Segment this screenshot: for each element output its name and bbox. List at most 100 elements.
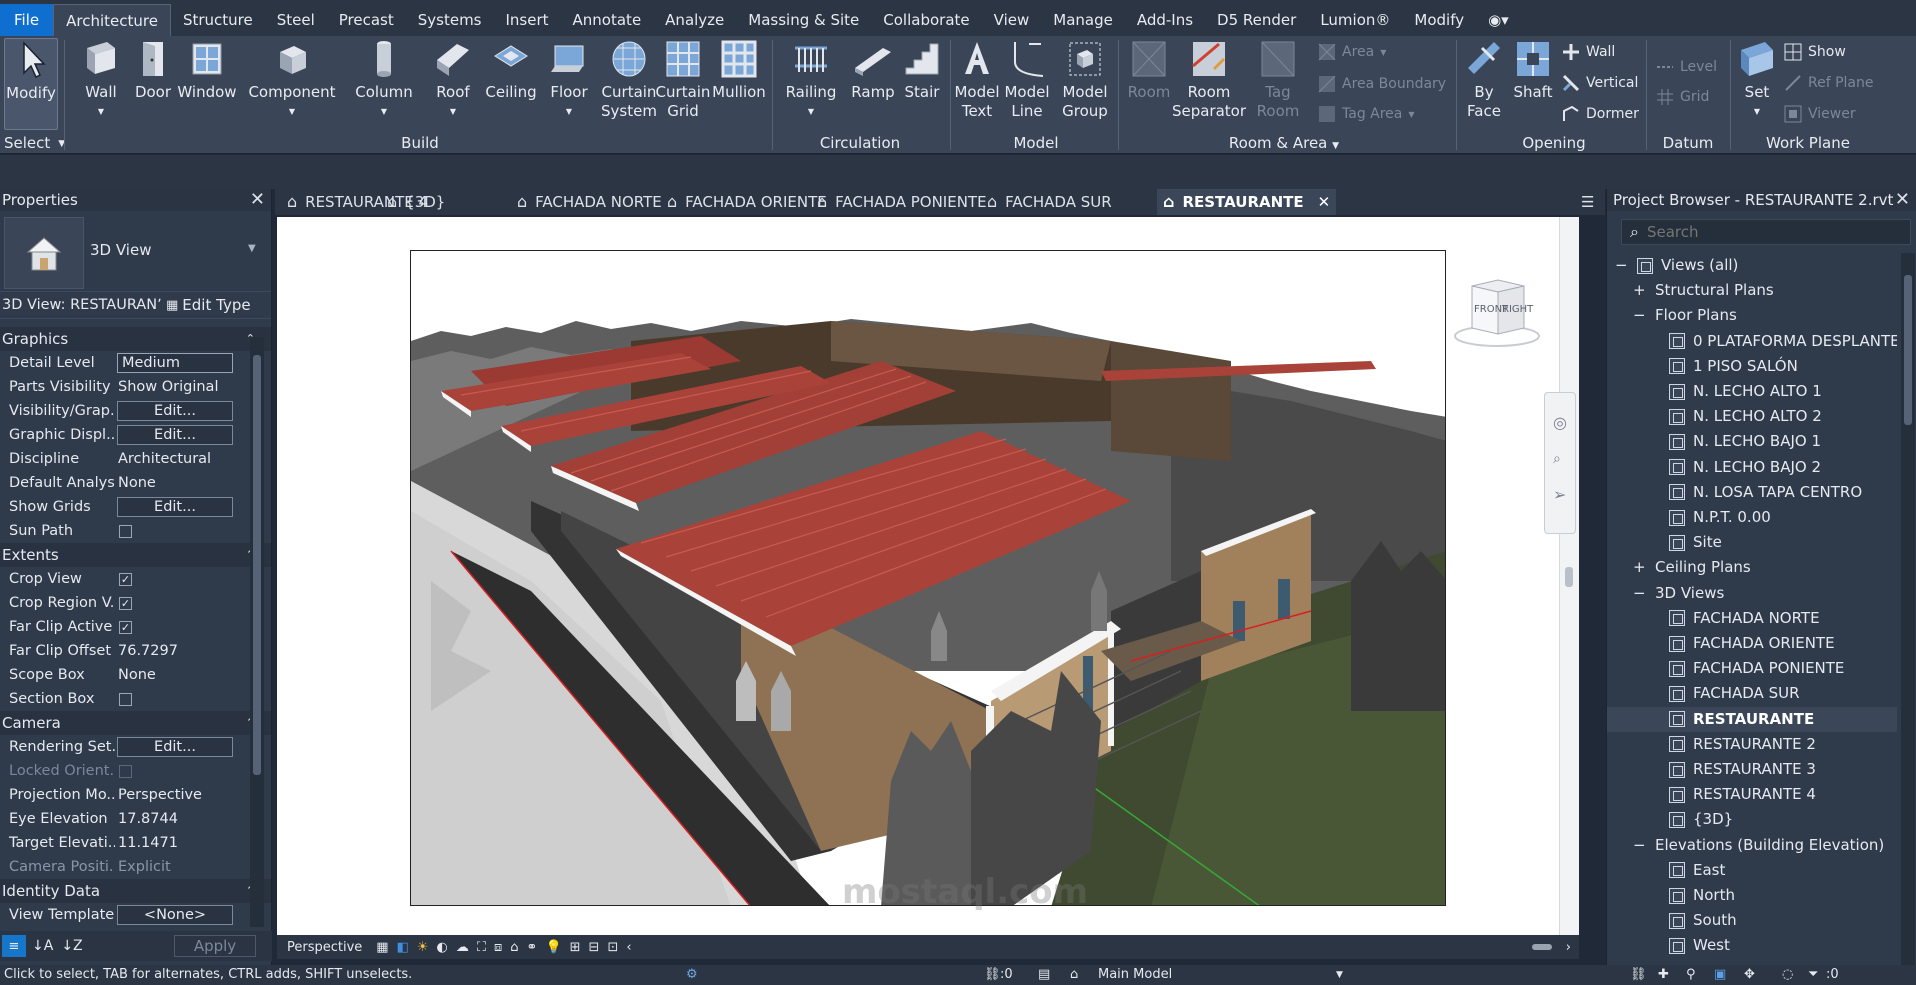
menu-tab-view[interactable]: View: [982, 4, 1042, 36]
tree-item-floor-plan[interactable]: N. LOSA TAPA CENTRO: [1669, 480, 1862, 505]
view-tab-restaurante[interactable]: ⌂ RESTAURANTE ✕: [1157, 189, 1337, 215]
prop-discipline[interactable]: Discipline Architectural: [0, 447, 271, 471]
tree-item-3d-view[interactable]: FACHADA SUR: [1669, 681, 1800, 706]
crop-region-frame[interactable]: [410, 250, 1446, 906]
prop-visibility[interactable]: Visibility/Grap... Edit...: [0, 399, 271, 423]
prop-view-template[interactable]: View Template <None>: [0, 903, 271, 927]
tree-item-floor-plans[interactable]: − Floor Plans: [1633, 303, 1737, 328]
ceiling-button[interactable]: Ceiling: [485, 38, 537, 102]
menu-tab-systems[interactable]: Systems: [406, 4, 494, 36]
category-camera[interactable]: Camera⌃: [0, 711, 271, 735]
prop-sun-path[interactable]: Sun Path: [0, 519, 271, 543]
worksets-icon[interactable]: ⚙: [686, 965, 698, 985]
stair-button[interactable]: Stair: [900, 38, 944, 102]
prop-projection[interactable]: Projection Mo... Perspective: [0, 783, 271, 807]
menu-tab-collaborate[interactable]: Collaborate: [871, 4, 981, 36]
sort-category-icon[interactable]: ≡: [2, 935, 26, 957]
level-button[interactable]: Level: [1656, 58, 1717, 76]
checkbox[interactable]: [119, 764, 132, 778]
model-text-button[interactable]: Model Text: [954, 38, 1000, 121]
edit-button[interactable]: Edit...: [117, 737, 233, 757]
show-workplane-button[interactable]: Show: [1784, 43, 1846, 61]
close-icon[interactable]: ✕: [1895, 189, 1910, 211]
menu-tab-add-ins[interactable]: Add-Ins: [1125, 4, 1205, 36]
menu-tab-analyze[interactable]: Analyze: [653, 4, 736, 36]
expand-icon[interactable]: +: [1633, 555, 1646, 580]
prop-section-box[interactable]: Section Box: [0, 687, 271, 711]
lock-view-icon[interactable]: ⌂: [510, 940, 518, 955]
tree-item-floor-plan[interactable]: N. LECHO ALTO 1: [1669, 379, 1822, 404]
search-input[interactable]: [1646, 223, 1887, 241]
area-button[interactable]: Area ▼: [1318, 43, 1386, 61]
tree-item-elevation[interactable]: South: [1669, 908, 1737, 933]
prop-camera-position[interactable]: Camera Positi... Explicit: [0, 855, 271, 879]
tree-item-3d-view[interactable]: RESTAURANTE 3: [1669, 757, 1816, 782]
menu-tab-precast[interactable]: Precast: [327, 4, 406, 36]
grid-button[interactable]: Grid: [1656, 88, 1709, 106]
tree-item-elevation[interactable]: East: [1669, 858, 1725, 883]
scroll-right-icon[interactable]: ›: [1566, 940, 1571, 955]
edit-button[interactable]: Edit...: [117, 497, 233, 517]
railing-button[interactable]: Railing ▼: [786, 38, 836, 121]
reveal-hidden-icon[interactable]: 💡: [545, 940, 561, 955]
viewer-button[interactable]: Viewer: [1784, 105, 1856, 123]
set-button[interactable]: Set ▼: [1734, 38, 1780, 121]
close-icon[interactable]: ✕: [1318, 189, 1331, 215]
menu-tab-steel[interactable]: Steel: [265, 4, 327, 36]
detail-level-icon[interactable]: ▦: [376, 940, 388, 955]
tree-item-floor-plan[interactable]: 0 PLATAFORMA DESPLANTE: [1669, 329, 1897, 354]
menu-tab-file[interactable]: File: [0, 4, 54, 36]
view-cube[interactable]: FRONT RIGHT: [1452, 272, 1542, 356]
tree-item-ceiling-plans[interactable]: + Ceiling Plans: [1633, 555, 1751, 580]
zoom-icon[interactable]: ⌕: [1553, 451, 1561, 467]
drag-elements-icon[interactable]: ✥: [1744, 965, 1755, 985]
checkbox-checked[interactable]: ✓: [119, 572, 132, 586]
column-button[interactable]: Column ▼: [354, 38, 414, 121]
render-icon[interactable]: ☁: [456, 940, 469, 955]
temporary-hide-icon[interactable]: ⚭: [527, 940, 538, 955]
tree-item-elevation[interactable]: West: [1669, 933, 1730, 958]
curtain-grid-button[interactable]: Curtain Grid: [656, 38, 710, 121]
modify-button[interactable]: Modify: [4, 38, 58, 130]
collapse-icon[interactable]: −: [1615, 253, 1628, 278]
expand-icon[interactable]: +: [1633, 278, 1646, 303]
close-icon[interactable]: ✕: [250, 189, 265, 211]
menu-tab-modify[interactable]: Modify: [1402, 4, 1476, 36]
chevron-down-icon[interactable]: ▼: [1336, 965, 1343, 985]
prop-value-input[interactable]: Medium: [117, 353, 233, 373]
type-selector[interactable]: 3D View ▼: [0, 211, 271, 291]
room-button[interactable]: Room: [1124, 38, 1174, 102]
prop-far-clip-active[interactable]: Far Clip Active ✓: [0, 615, 271, 639]
select-underlay-icon[interactable]: ✚: [1658, 965, 1669, 985]
tree-item-floor-plan[interactable]: N. LECHO ALTO 2: [1669, 404, 1822, 429]
background-process-icon[interactable]: ◌: [1782, 965, 1793, 985]
active-model-label[interactable]: Main Model: [1098, 965, 1172, 985]
prop-crop-region[interactable]: Crop Region V... ✓: [0, 591, 271, 615]
checkbox-checked[interactable]: ✓: [119, 596, 132, 610]
component-button[interactable]: Component ▼: [248, 38, 336, 121]
analytical-model-icon[interactable]: ⊡: [607, 940, 618, 955]
editable-only-icon[interactable]: ⛓: [984, 965, 1001, 985]
floor-button[interactable]: Floor ▼: [546, 38, 592, 121]
menu-tab-structure[interactable]: Structure: [171, 4, 265, 36]
browser-scrollbar[interactable]: [1901, 253, 1915, 965]
ramp-button[interactable]: Ramp: [850, 38, 896, 102]
prop-far-clip-offset[interactable]: Far Clip Offset 76.7297: [0, 639, 271, 663]
view-tab-fachada-oriente[interactable]: ⌂ FACHADA ORIENTE: [667, 189, 827, 215]
roof-button[interactable]: Roof ▼: [430, 38, 476, 121]
checkbox-checked[interactable]: ✓: [119, 620, 132, 634]
tree-item-floor-plan[interactable]: N. LECHO BAJO 2: [1669, 455, 1821, 480]
by-face-button[interactable]: By Face: [1462, 38, 1506, 121]
tree-item-floor-plan[interactable]: 1 PISO SALÓN: [1669, 354, 1798, 379]
model-icon[interactable]: ⌂: [1070, 965, 1078, 985]
prop-rendering[interactable]: Rendering Set... Edit...: [0, 735, 271, 759]
tree-item-floor-plan[interactable]: Site: [1669, 530, 1722, 555]
select-pinned-icon[interactable]: ⚲: [1686, 965, 1696, 985]
category-graphics[interactable]: Graphics⌃: [0, 327, 271, 351]
menu-tab-annotate[interactable]: Annotate: [561, 4, 654, 36]
tree-item-structural-plans[interactable]: + Structural Plans: [1633, 278, 1774, 303]
door-button[interactable]: Door: [130, 38, 176, 102]
tree-item-3d-view[interactable]: FACHADA ORIENTE: [1669, 631, 1835, 656]
tab-overflow-icon[interactable]: ☰: [1581, 189, 1594, 215]
tree-item-3d-view[interactable]: FACHADA NORTE: [1669, 606, 1820, 631]
